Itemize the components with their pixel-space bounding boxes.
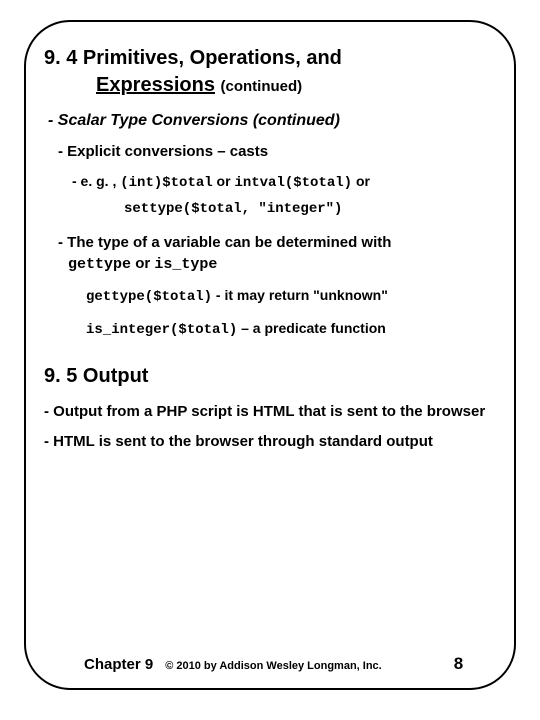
eg-code-1: (int)$total xyxy=(120,175,212,191)
eg-prefix: - e. g. , xyxy=(72,173,116,189)
bullet-typedet: - The type of a variable can be determin… xyxy=(58,233,496,275)
eg-or-2: or xyxy=(356,173,370,189)
gettype-code: gettype($total) xyxy=(86,289,212,305)
typedet-code-1: gettype xyxy=(68,256,131,273)
footer-page-number: 8 xyxy=(454,654,463,674)
typedet-prefix: - The type of a variable can be determin… xyxy=(58,234,391,251)
gettype-text: - it may return "unknown" xyxy=(212,287,388,303)
footer-chapter: Chapter 9 xyxy=(84,656,153,673)
slide-content: 9. 4 Primitives, Operations, and Express… xyxy=(44,46,496,654)
slide-frame: 9. 4 Primitives, Operations, and Express… xyxy=(24,20,516,690)
section-title-2: Expressions xyxy=(96,74,215,96)
line-gettype: gettype($total) - it may return "unknown… xyxy=(86,285,496,308)
section-number: 9. 4 xyxy=(44,47,77,69)
section-continued: (continued) xyxy=(221,78,303,95)
output-heading: 9. 5 Output xyxy=(44,365,496,388)
typedet-code-2: is_type xyxy=(154,256,217,273)
isint-text: – a predicate function xyxy=(237,320,386,336)
eg-code-2: intval($total) xyxy=(234,175,352,191)
isint-code: is_integer($total) xyxy=(86,322,237,338)
line-isint: is_integer($total) – a predicate functio… xyxy=(86,318,496,341)
section-heading-line2: Expressions (continued) xyxy=(44,73,496,98)
output-bullet-2: - HTML is sent to the browser through st… xyxy=(44,432,496,452)
footer-copyright: © 2010 by Addison Wesley Longman, Inc. xyxy=(165,660,382,672)
eg-or-1: or xyxy=(217,173,231,189)
output-bullet-1: - Output from a PHP script is HTML that … xyxy=(44,402,496,422)
bullet-eg: - e. g. , (int)$total or intval($total) … xyxy=(72,172,496,194)
typedet-mid: or xyxy=(135,255,150,272)
bullet-explicit: - Explicit conversions – casts xyxy=(58,142,496,162)
eg-code-3-line: settype($total, "integer") xyxy=(124,198,496,220)
section-heading-line1: 9. 4 Primitives, Operations, and xyxy=(44,46,496,71)
eg-code-3: settype($total, "integer") xyxy=(124,201,342,217)
slide-footer: Chapter 9 © 2010 by Addison Wesley Longm… xyxy=(44,654,496,674)
section-title-1: Primitives, Operations, and xyxy=(83,47,342,69)
sub-heading: - Scalar Type Conversions (continued) xyxy=(48,112,496,130)
